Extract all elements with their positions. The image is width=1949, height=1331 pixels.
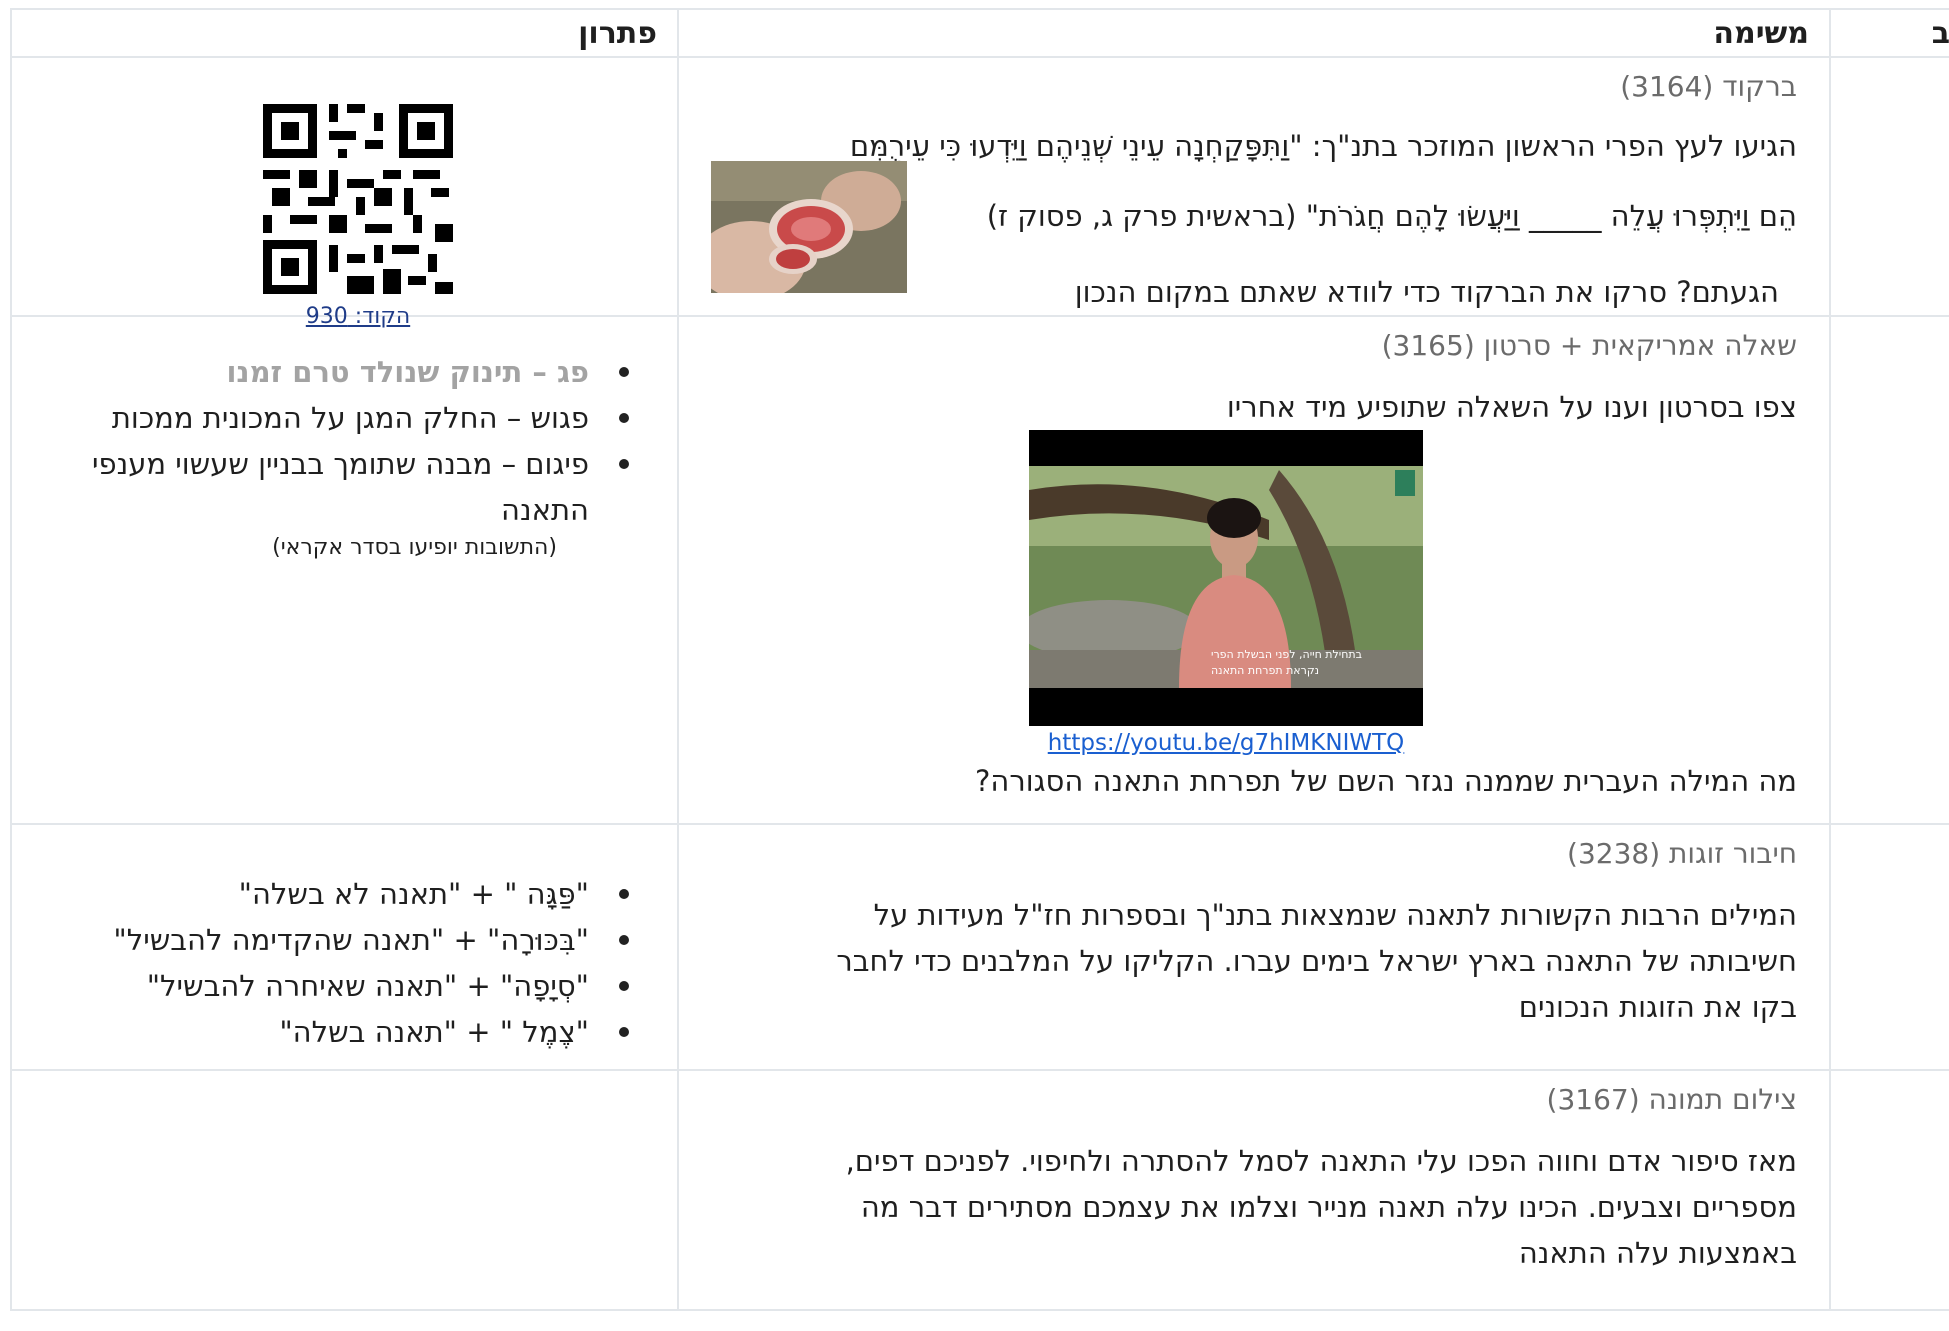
task-cell: שאלה אמריקאית + סרטון (3165) צפו בסרטון … <box>677 315 1831 825</box>
task-body: הגיעו לעץ הפרי הראשון המוזכר בתנ"ך: "וַת… <box>711 125 1797 315</box>
pair-item: "בִּכּוּרָה" + "תאנה שהקדימה להבשיל" <box>32 917 637 963</box>
pair-item: "פַּגָּה " + "תאנה לא בשלה" <box>32 871 637 917</box>
solution-cell <box>10 1069 679 1311</box>
video-block: בתחילת חייה, לפני הבשלת הפרי נקראת תפרחת… <box>1029 430 1423 756</box>
answer-item: פגוש – החלק המגן על המכונית ממכות <box>72 395 637 441</box>
activity-table: שלב משימה פתרון 1 ברקוד (3164) הגיעו לעץ… <box>10 8 1949 1311</box>
task-text-line: באמצעות עלה התאנה <box>1518 1236 1797 1270</box>
answers-block: פג – תינוק שנולד טרם זמנו פגוש – החלק המ… <box>12 317 677 560</box>
pair-item: "סְיָפָה" + "תאנה שאיחרה להבשיל" <box>32 963 637 1009</box>
task-text-line: בקו את הזוגות הנכונים <box>1518 990 1797 1024</box>
header-step: שלב <box>1829 8 1949 58</box>
table-row: 4 צילום תמונה (3167) מאז סיפור אדם וחווה… <box>10 1069 1949 1311</box>
header-row: שלב משימה פתרון <box>10 8 1949 58</box>
step-number: 3 <box>1829 823 1949 1071</box>
step-number: 1 <box>1829 56 1949 317</box>
pairs-list: "פַּגָּה " + "תאנה לא בשלה" "בִּכּוּרָה"… <box>32 871 637 1055</box>
answer-item: פיגום – מבנה שתומך בבניין שעשוי מענפי הת… <box>72 441 637 533</box>
task-question: מה המילה העברית שממנה נגזר השם של תפרחת … <box>975 764 1797 798</box>
qr-code-image[interactable] <box>263 104 453 294</box>
pair-item: "צֶמֶל " + "תאנה בשלה" <box>32 1009 637 1055</box>
answer-list: פג – תינוק שנולד טרם זמנו פגוש – החלק המ… <box>72 349 637 533</box>
fig-photo-image <box>711 161 907 293</box>
task-intro: צפו בסרטון וענו על השאלה שתופיע מיד אחרי… <box>1226 390 1797 424</box>
qr-block: הקוד: 930 <box>263 104 453 329</box>
video-caption: בתחילת חייה, לפני הבשלת הפרי <box>1211 648 1362 661</box>
step-number: 4 <box>1829 1069 1949 1311</box>
task-text-line: הגיעו לעץ הפרי הראשון המוזכר בתנ"ך: "וַת… <box>849 129 1797 163</box>
table-row: 1 ברקוד (3164) הגיעו לעץ הפרי הראשון המו… <box>10 56 1949 329</box>
task-title: ברקוד (3164) <box>1620 70 1797 103</box>
task-title: צילום תמונה (3167) <box>1546 1083 1797 1116</box>
task-text-line: מספריים וצבעים. הכינו עלה תאנה מנייר וצל… <box>860 1190 1797 1224</box>
task-text-line: המילים הרבות הקשורות לתאנה שנמצאות בתנ"ך… <box>873 898 1797 932</box>
video-thumbnail[interactable]: בתחילת חייה, לפני הבשלת הפרי נקראת תפרחת… <box>1029 430 1423 726</box>
table-row: 3 חיבור זוגות (3238) המילים הרבות הקשורו… <box>10 823 1949 1071</box>
task-text-line: הגעתם? סרקו את הברקוד כדי לוודא שאתם במק… <box>1074 275 1779 309</box>
activity-table-wrapper: שלב משימה פתרון 1 ברקוד (3164) הגיעו לעץ… <box>10 8 1949 1311</box>
solution-cell: פג – תינוק שנולד טרם זמנו פגוש – החלק המ… <box>10 315 679 825</box>
task-text-line: חשיבותה של התאנה בארץ ישראל בימים עברו. … <box>836 944 1797 978</box>
answer-item: פג – תינוק שנולד טרם זמנו <box>72 349 637 395</box>
video-caption: נקראת תפרחת התאנה <box>1211 664 1319 677</box>
task-cell: צילום תמונה (3167) מאז סיפור אדם וחווה ה… <box>677 1069 1831 1311</box>
task-text-line: מאז סיפור אדם וחווה הפכו עלי התאנה לסמל … <box>845 1144 1797 1178</box>
answers-note: (התשובות יופיעו בסדר אקראי) <box>272 535 557 560</box>
step-number: 2 <box>1829 315 1949 825</box>
solution-cell: הקוד: 930 <box>10 56 679 329</box>
task-cell: חיבור זוגות (3238) המילים הרבות הקשורות … <box>677 823 1831 1071</box>
solution-cell: "פַּגָּה " + "תאנה לא בשלה" "בִּכּוּרָה"… <box>10 823 679 1071</box>
table-row: 2 שאלה אמריקאית + סרטון (3165) צפו בסרטו… <box>10 315 1949 825</box>
task-title: חיבור זוגות (3238) <box>1567 837 1797 870</box>
pairs-block: "פַּגָּה " + "תאנה לא בשלה" "בִּכּוּרָה"… <box>12 825 677 1055</box>
task-cell: ברקוד (3164) הגיעו לעץ הפרי הראשון המוזכ… <box>677 56 1831 317</box>
video-link[interactable]: https://youtu.be/g7hIMKNIWTQ <box>1048 730 1405 756</box>
task-text-line: הֵם וַיִּתְפְּרוּ עֲלֵה _____ וַיַּעֲשׂו… <box>986 199 1797 233</box>
task-title: שאלה אמריקאית + סרטון (3165) <box>1381 329 1797 362</box>
header-solution: פתרון <box>10 8 679 58</box>
header-task: משימה <box>677 8 1831 58</box>
